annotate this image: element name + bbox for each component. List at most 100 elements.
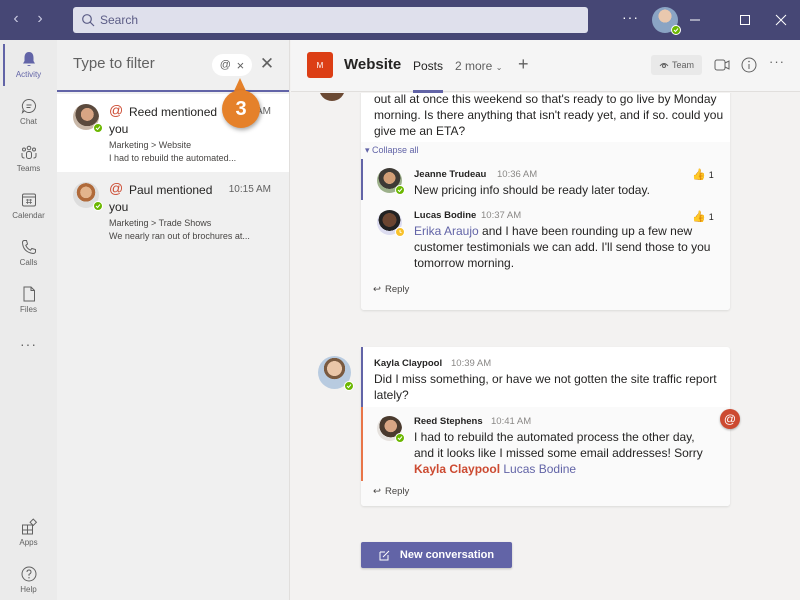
thumbs-up-icon: 👍	[692, 211, 706, 223]
collapse-label: Collapse all	[372, 145, 419, 155]
replies-section: Reed Stephens 10:41 AM I had to rebuild …	[361, 407, 730, 506]
rail-label: Activity	[15, 70, 42, 79]
rail-label: Apps	[19, 538, 38, 547]
thread-card: out all at once this weekend so that's r…	[361, 93, 730, 310]
channel-name: Website	[344, 56, 402, 73]
reply-icon: ↩	[373, 284, 381, 295]
rail-label: Help	[20, 585, 37, 594]
mention-link[interactable]: Lucas Bodine	[503, 462, 576, 476]
at-icon: @	[219, 59, 231, 71]
info-icon[interactable]	[739, 55, 759, 75]
maximize-button[interactable]	[735, 10, 755, 30]
calendar-icon	[21, 193, 36, 207]
file-icon	[23, 286, 35, 302]
collapse-all-button[interactable]: ▾ Collapse all	[365, 145, 419, 156]
away-status-icon	[395, 227, 405, 237]
search-input[interactable]	[100, 13, 500, 27]
close-filter-button[interactable]: ✕	[257, 54, 277, 76]
teams-icon	[21, 145, 36, 159]
reply-button[interactable]: ↩ Reply	[373, 486, 409, 497]
thumbs-up-icon: 👍	[692, 169, 706, 181]
more-apps-button[interactable]: ···	[0, 336, 57, 352]
reaction-count: 1	[708, 211, 714, 222]
feed-title-cont: you	[109, 122, 129, 136]
forward-button[interactable]: ›	[30, 10, 50, 28]
mention-me-link[interactable]: Kayla Claypool	[414, 462, 500, 476]
available-status-icon	[395, 433, 405, 443]
avatar	[377, 416, 405, 443]
tab-more-dropdown[interactable]: 2 more ⌄	[455, 59, 502, 73]
like-reaction[interactable]: 👍 1	[692, 168, 714, 181]
filter-input[interactable]	[73, 55, 203, 72]
thread-card: Kayla Claypool 10:39 AM Did I miss somet…	[361, 347, 730, 506]
message-time: 10:36 AM	[497, 169, 538, 180]
mention-indicator	[361, 407, 363, 481]
message-body: I had to rebuild the automated process t…	[414, 430, 703, 460]
mentions-filter-chip[interactable]: @ ×	[212, 54, 252, 76]
avatar	[73, 104, 103, 133]
rail-label: Files	[20, 305, 37, 314]
message-author: Kayla Claypool	[374, 358, 443, 369]
conversation-area: out all at once this weekend so that's r…	[291, 93, 800, 600]
search-box[interactable]	[73, 7, 588, 33]
unread-indicator	[361, 347, 363, 407]
rail-item-help[interactable]: Help	[0, 557, 57, 600]
rail-label: Calls	[19, 258, 38, 267]
feed-time: 10:15 AM	[228, 184, 271, 195]
clear-chip-icon[interactable]: ×	[237, 58, 245, 73]
feed-item[interactable]: @ Paul mentioned 10:15 AM you Marketing …	[57, 172, 289, 250]
message-time: 10:39 AM	[451, 358, 492, 369]
message-time: 10:41 AM	[491, 416, 532, 427]
rail-item-calendar[interactable]: Calendar	[0, 183, 57, 233]
message-text: Erika Araujo and I have been rounding up…	[414, 223, 714, 271]
minimize-button[interactable]	[685, 10, 705, 30]
available-status-icon	[93, 123, 103, 133]
activity-panel: @ × ✕ @ Reed mentioned 10:41 AM you Mark…	[57, 40, 290, 600]
reply-button[interactable]: ↩ Reply	[373, 284, 409, 295]
tab-posts[interactable]: Posts	[413, 59, 444, 93]
new-conversation-button[interactable]: New conversation	[361, 542, 512, 568]
bell-icon	[22, 52, 35, 66]
message-text: New pricing info should be ready later t…	[414, 183, 650, 197]
user-avatar[interactable]	[652, 7, 681, 35]
more-options-button[interactable]: ···	[622, 9, 639, 25]
rail-label: Chat	[20, 117, 37, 126]
rail-item-files[interactable]: Files	[0, 277, 57, 327]
channel-header: M Website Posts 2 more ⌄ + Team ···	[291, 40, 800, 93]
available-status-icon	[93, 201, 103, 211]
apps-icon	[21, 518, 37, 535]
rail-item-calls[interactable]: Calls	[0, 230, 57, 280]
chat-icon	[21, 98, 36, 114]
phone-icon	[21, 240, 36, 255]
meet-now-icon[interactable]	[712, 55, 732, 75]
message-text: Did I miss something, or have we not got…	[374, 372, 717, 402]
back-button[interactable]: ‹	[6, 10, 26, 28]
eye-icon	[659, 63, 669, 68]
message-text: out all at once this weekend so that's r…	[374, 93, 724, 138]
feed-title: Reed mentioned	[129, 105, 218, 119]
filter-bar: @ × ✕	[57, 40, 289, 92]
close-window-button[interactable]	[771, 10, 791, 30]
chevron-down-icon: ⌄	[495, 63, 503, 72]
rail-item-apps[interactable]: Apps	[0, 510, 57, 560]
feed-title: Paul mentioned	[129, 183, 213, 197]
reaction-count: 1	[708, 169, 714, 180]
add-tab-button[interactable]: +	[518, 54, 529, 75]
search-icon	[82, 14, 95, 27]
rail-item-activity[interactable]: Activity	[0, 42, 57, 92]
rail-item-teams[interactable]: Teams	[0, 136, 57, 186]
rail-label: Teams	[16, 164, 41, 173]
avatar	[377, 168, 405, 195]
team-button[interactable]: Team	[651, 55, 702, 75]
like-reaction[interactable]: 👍 1	[692, 210, 714, 223]
mention-link[interactable]: Erika Araujo	[414, 224, 479, 238]
more-options-icon[interactable]: ···	[769, 54, 789, 74]
message-author: Jeanne Trudeau	[414, 169, 487, 180]
available-status-icon	[395, 185, 405, 195]
available-status-icon	[671, 25, 681, 35]
rail-item-chat[interactable]: Chat	[0, 89, 57, 139]
feed-preview: I had to rebuild the automated...	[109, 153, 237, 163]
help-icon	[21, 566, 36, 582]
message-author: Lucas Bodine	[414, 210, 477, 221]
avatar	[377, 210, 405, 237]
